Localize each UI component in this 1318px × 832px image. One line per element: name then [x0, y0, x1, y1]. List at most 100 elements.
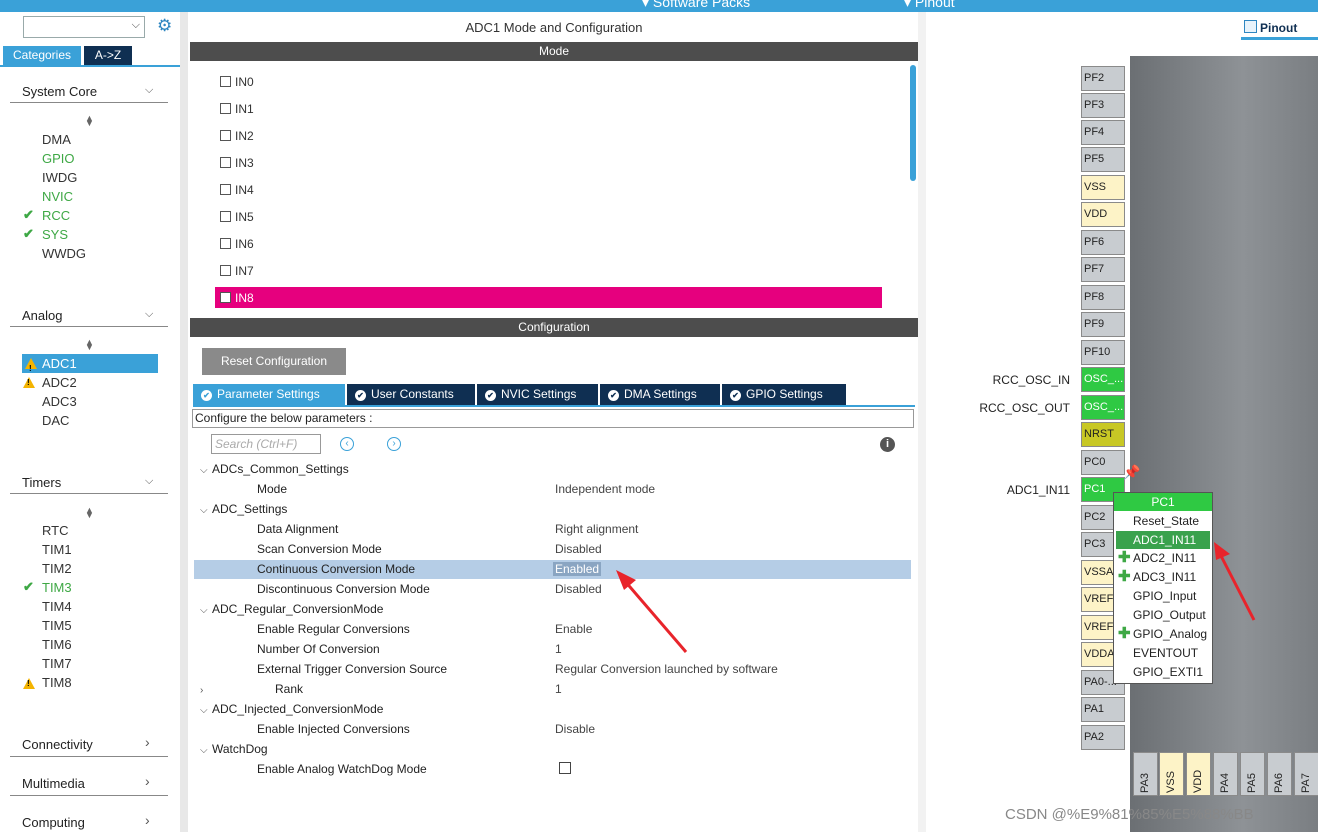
- chevron-down-icon[interactable]: ⌵: [145, 84, 153, 97]
- chevron-right-icon[interactable]: ›: [145, 734, 150, 750]
- group-connectivity[interactable]: Connectivity: [22, 737, 93, 752]
- group-computing[interactable]: Computing: [22, 815, 85, 830]
- pin-pf3[interactable]: PF3: [1081, 93, 1125, 118]
- sidebar-item-dac[interactable]: DAC: [42, 413, 69, 428]
- checkbox[interactable]: [220, 130, 231, 141]
- tab-pinout-view[interactable]: Pinout: [1244, 20, 1297, 35]
- tree-group-adc-settings[interactable]: ⌵ ADC_Settings: [200, 502, 287, 516]
- chevron-down-icon[interactable]: ⌵: [145, 475, 153, 488]
- sidebar-item-tim7[interactable]: TIM7: [42, 656, 72, 671]
- pin-osc-in[interactable]: OSC_...: [1081, 367, 1125, 392]
- pin-pf6[interactable]: PF6: [1081, 230, 1125, 255]
- search-input[interactable]: Search (Ctrl+F): [211, 434, 321, 454]
- checkbox[interactable]: [220, 184, 231, 195]
- pin-vss[interactable]: VSS: [1081, 175, 1125, 200]
- pin-pa5[interactable]: PA5: [1240, 752, 1265, 796]
- chevron-down-icon[interactable]: ⌵: [200, 705, 212, 716]
- pin-pa3[interactable]: PA3: [1133, 752, 1158, 796]
- param-data-alignment-value[interactable]: Right alignment: [555, 522, 638, 536]
- checkbox[interactable]: [220, 157, 231, 168]
- checkbox[interactable]: [220, 265, 231, 276]
- param-num-conversion-value[interactable]: 1: [555, 642, 562, 656]
- watchdog-checkbox[interactable]: [559, 762, 571, 774]
- param-rank-value[interactable]: 1: [555, 682, 562, 696]
- tree-group-rank[interactable]: ›: [200, 682, 212, 696]
- pin-pa2[interactable]: PA2: [1081, 725, 1125, 750]
- sort-icon[interactable]: ▲ ▼: [85, 114, 94, 128]
- sidebar-item-rtc[interactable]: RTC: [42, 523, 68, 538]
- group-timers[interactable]: Timers: [22, 475, 61, 490]
- group-multimedia[interactable]: Multimedia: [22, 776, 85, 791]
- sidebar-item-adc2[interactable]: ADC2: [42, 375, 77, 390]
- tab-user-constants[interactable]: ✔ User Constants: [347, 384, 475, 405]
- group-system-core[interactable]: System Core: [22, 84, 97, 99]
- checkbox[interactable]: [220, 292, 231, 303]
- sidebar-item-tim6[interactable]: TIM6: [42, 637, 72, 652]
- mode-checkbox-in3[interactable]: IN3: [220, 156, 254, 174]
- mode-checkbox-in0[interactable]: IN0: [220, 75, 254, 93]
- sidebar-item-tim2[interactable]: TIM2: [42, 561, 72, 576]
- pin-pa4[interactable]: PA4: [1213, 752, 1238, 796]
- tab-categories[interactable]: Categories: [3, 46, 81, 65]
- menu-item-adc2-in11[interactable]: ADC2_IN11: [1133, 551, 1196, 565]
- chevron-right-icon[interactable]: ›: [200, 685, 212, 696]
- checkbox[interactable]: [220, 238, 231, 249]
- menu-item-gpio-exti1[interactable]: GPIO_EXTI1: [1133, 665, 1203, 679]
- menu-item-gpio-analog[interactable]: GPIO_Analog: [1133, 627, 1207, 641]
- info-icon[interactable]: i: [880, 437, 895, 452]
- chevron-down-icon[interactable]: ⌵: [200, 505, 212, 516]
- pin-pf7[interactable]: PF7: [1081, 257, 1125, 282]
- pin-pf8[interactable]: PF8: [1081, 285, 1125, 310]
- search-next-icon[interactable]: ›: [387, 437, 401, 451]
- sidebar-item-tim8[interactable]: TIM8: [42, 675, 72, 690]
- pin-pf10[interactable]: PF10: [1081, 340, 1125, 365]
- param-scan-value[interactable]: Disabled: [555, 542, 602, 556]
- pin-pc0[interactable]: PC0: [1081, 450, 1125, 475]
- mode-checkbox-in7[interactable]: IN7: [220, 264, 254, 282]
- sort-icon[interactable]: ▲ ▼: [85, 506, 94, 520]
- sort-icon[interactable]: ▲ ▼: [85, 338, 94, 352]
- param-enable-injected-value[interactable]: Disable: [555, 722, 595, 736]
- sidebar-item-tim1[interactable]: TIM1: [42, 542, 72, 557]
- pin-pa7[interactable]: PA7: [1294, 752, 1318, 796]
- checkbox[interactable]: [220, 76, 231, 87]
- tab-dma-settings[interactable]: ✔ DMA Settings: [600, 384, 720, 405]
- tree-group-common[interactable]: ⌵ ADCs_Common_Settings: [200, 462, 349, 476]
- tab-gpio-settings[interactable]: ✔ GPIO Settings: [722, 384, 846, 405]
- pinout-side-toolbar[interactable]: [918, 12, 926, 832]
- pin-pf5[interactable]: PF5: [1081, 147, 1125, 172]
- search-prev-icon[interactable]: ‹: [340, 437, 354, 451]
- param-discontinuous-value[interactable]: Disabled: [555, 582, 602, 596]
- sidebar-item-adc3[interactable]: ADC3: [42, 394, 77, 409]
- menu-item-reset-state[interactable]: Reset_State: [1133, 514, 1199, 528]
- chevron-down-icon[interactable]: ⌵: [132, 19, 140, 32]
- menu-item-eventout[interactable]: EVENTOUT: [1133, 646, 1198, 660]
- checkbox[interactable]: [220, 103, 231, 114]
- mode-scrollbar[interactable]: [910, 65, 916, 181]
- sidebar-item-adc1[interactable]: ADC1: [22, 354, 158, 378]
- pin-vdd-bottom[interactable]: VDD: [1186, 752, 1211, 796]
- pin-pa1[interactable]: PA1: [1081, 697, 1125, 722]
- pin-vdd[interactable]: VDD: [1081, 202, 1125, 227]
- chevron-down-icon[interactable]: ⌵: [200, 465, 212, 476]
- param-enable-regular-value[interactable]: Enable: [555, 622, 592, 636]
- pin-nrst[interactable]: NRST: [1081, 422, 1125, 447]
- sidebar-item-dma[interactable]: DMA: [42, 132, 71, 147]
- sidebar-item-iwdg[interactable]: IWDG: [42, 170, 77, 185]
- pin-pa6[interactable]: PA6: [1267, 752, 1292, 796]
- sidebar-item-rcc[interactable]: RCC: [42, 208, 70, 223]
- param-continuous-value[interactable]: Enabled: [553, 562, 602, 576]
- menu-item-adc3-in11[interactable]: ADC3_IN11: [1133, 570, 1196, 584]
- sidebar-item-tim3[interactable]: TIM3: [42, 580, 72, 595]
- pin-vss-bottom[interactable]: VSS: [1159, 752, 1184, 796]
- gear-icon[interactable]: ⚙: [157, 16, 172, 36]
- menu-item-gpio-input[interactable]: GPIO_Input: [1133, 589, 1196, 603]
- sidebar-splitter[interactable]: [180, 12, 188, 832]
- chevron-down-icon[interactable]: ⌵: [200, 605, 212, 616]
- sidebar-item-tim4[interactable]: TIM4: [42, 599, 72, 614]
- pinout-menu[interactable]: ▾ Pinout: [904, 0, 955, 11]
- menu-item-gpio-output[interactable]: GPIO_Output: [1133, 608, 1206, 622]
- software-packs-menu[interactable]: ▾ Software Packs: [642, 0, 750, 11]
- mode-checkbox-in6[interactable]: IN6: [220, 237, 254, 255]
- chevron-down-icon[interactable]: ⌵: [145, 308, 153, 321]
